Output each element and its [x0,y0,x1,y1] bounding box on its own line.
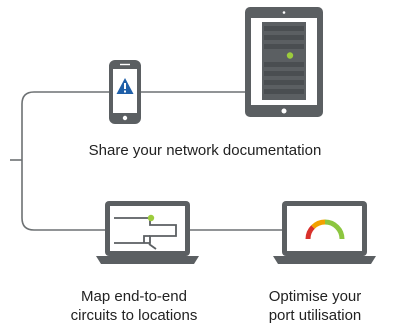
server-rack-body [262,22,306,100]
tablet-device [245,7,323,117]
rack-unit [264,26,304,31]
network-diagram [10,7,376,264]
rack-unit [264,62,304,67]
smartphone-device [109,60,141,124]
caption-map-line-2: circuits to locations [70,307,198,324]
server-rack-icon [262,22,306,100]
alert-exclamation-dot [124,90,126,93]
caption-share-documentation: Share your network documentation [40,141,370,160]
laptop-right-base [273,256,376,264]
caption-port-line-2: port utilisation [268,307,362,324]
rack-unit [264,89,304,94]
map-location-dot [147,214,155,222]
caption-share-line: Share your network documentation [88,142,322,159]
rack-unit [264,44,304,49]
rack-unit [264,80,304,85]
phone-to-left-trunk-line [21,91,109,231]
rack-highlight-slot [264,51,304,60]
rack-unit [264,71,304,76]
caption-map-circuits: Map end-to-end circuits to locations [44,287,224,325]
smartphone-home-button [122,115,128,121]
laptop-left-base [96,256,199,264]
laptop-left-screen [110,206,185,251]
caption-map-line-1: Map end-to-end [81,288,187,305]
caption-port-line-1: Optimise your [268,288,362,305]
rack-status-dot [286,52,294,59]
laptop-left-device [96,201,199,264]
laptop-right-screen [287,206,362,251]
tablet-camera [282,11,286,14]
tablet-home-button [281,108,287,114]
caption-port-utilisation: Optimise your port utilisation [240,287,390,325]
laptop-right-device [273,201,376,264]
rack-unit [264,35,304,40]
alert-exclamation-bar [124,83,126,89]
